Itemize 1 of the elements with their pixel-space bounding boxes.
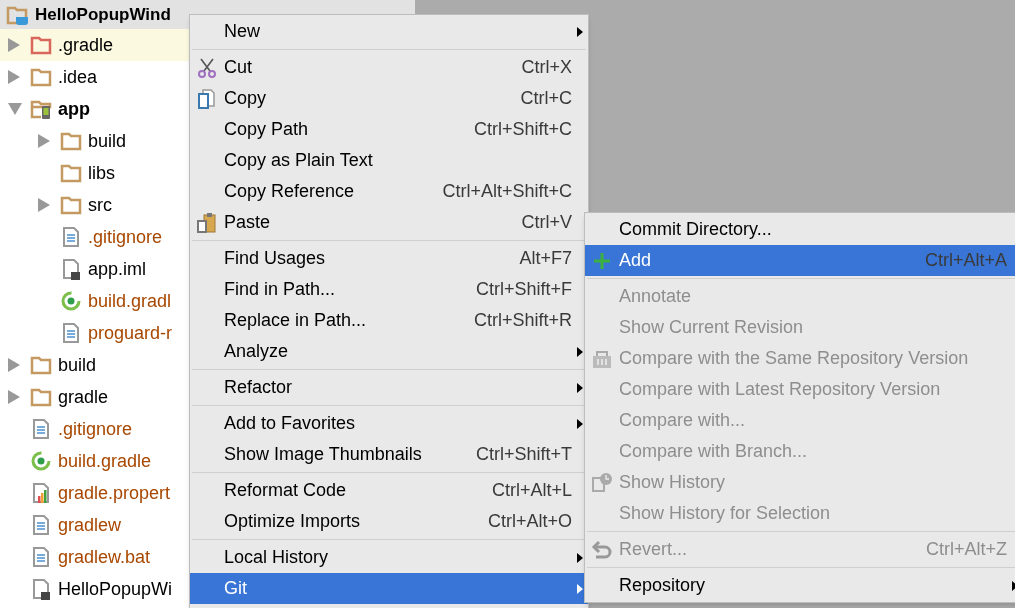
project-name: HelloPopupWind bbox=[35, 3, 171, 26]
